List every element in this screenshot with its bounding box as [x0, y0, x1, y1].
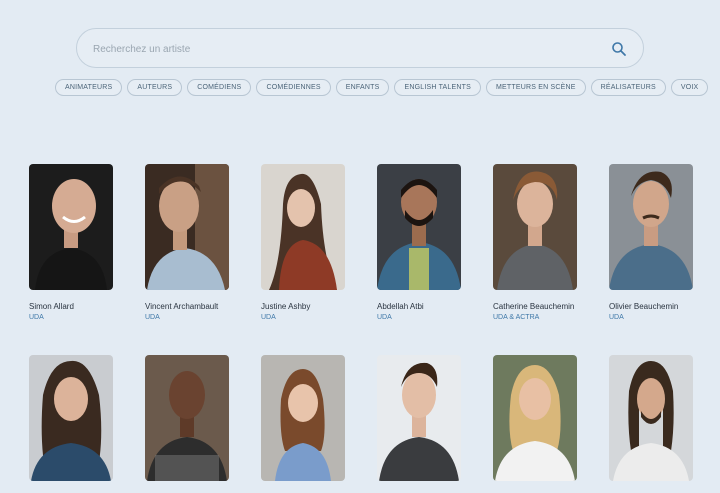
artist-photo[interactable] — [609, 355, 693, 481]
artist-union: UDA — [377, 314, 392, 321]
artist-union: UDA — [145, 314, 160, 321]
artist-card[interactable] — [29, 355, 115, 493]
artist-card[interactable]: Simon Allard UDA — [29, 164, 115, 321]
artist-card[interactable] — [145, 355, 231, 493]
artist-card[interactable] — [377, 355, 463, 493]
artist-union: UDA — [609, 314, 624, 321]
artist-union: UDA — [261, 314, 276, 321]
artist-name[interactable]: Vincent Archambault — [145, 302, 231, 311]
artist-card[interactable]: Catherine Beauchemin UDA & ACTRA — [493, 164, 579, 321]
artist-photo[interactable] — [377, 164, 461, 290]
artist-name[interactable]: Abdellah Atbi — [377, 302, 463, 311]
artist-photo[interactable] — [377, 355, 461, 481]
artist-photo[interactable] — [493, 164, 577, 290]
artist-union: UDA — [29, 314, 44, 321]
artist-name[interactable]: Catherine Beauchemin — [493, 302, 579, 311]
artist-photo[interactable] — [29, 164, 113, 290]
artist-photo[interactable] — [261, 164, 345, 290]
artist-card[interactable] — [261, 355, 347, 493]
artist-card[interactable]: Justine Ashby UDA — [261, 164, 347, 321]
filter-realisateurs[interactable]: RÉALISATEURS — [590, 79, 666, 96]
filter-english-talents[interactable]: ENGLISH TALENTS — [394, 79, 481, 96]
filter-animateurs[interactable]: ANIMATEURS — [55, 79, 123, 96]
artist-card[interactable] — [609, 355, 695, 493]
artist-card[interactable]: Olivier Beauchemin UDA — [609, 164, 695, 321]
artist-name[interactable]: Olivier Beauchemin — [609, 302, 695, 311]
artist-photo[interactable] — [609, 164, 693, 290]
search-bar[interactable] — [76, 28, 644, 69]
search-input[interactable] — [91, 29, 595, 69]
artist-name[interactable]: Simon Allard — [29, 302, 115, 311]
artist-photo[interactable] — [145, 355, 229, 481]
filter-metteurs-en-scene[interactable]: METTEURS EN SCÈNE — [486, 79, 586, 96]
artist-photo[interactable] — [145, 164, 229, 290]
filter-comediens[interactable]: COMÉDIENS — [187, 79, 252, 96]
artist-union: UDA & ACTRA — [493, 314, 540, 321]
artist-card[interactable]: Vincent Archambault UDA — [145, 164, 231, 321]
artist-photo[interactable] — [29, 355, 113, 481]
filter-comediennes[interactable]: COMÉDIENNES — [256, 79, 331, 96]
artist-card[interactable]: Abdellah Atbi UDA — [377, 164, 463, 321]
filter-auteurs[interactable]: AUTEURS — [127, 79, 183, 96]
filter-enfants[interactable]: ENFANTS — [335, 79, 390, 96]
filter-voix[interactable]: VOIX — [670, 79, 709, 96]
category-filters: ANIMATEURS AUTEURS COMÉDIENS COMÉDIENNES… — [55, 79, 709, 97]
artist-photo[interactable] — [261, 355, 345, 481]
artist-name[interactable]: Justine Ashby — [261, 302, 347, 311]
artist-photo[interactable] — [493, 355, 577, 481]
search-icon[interactable] — [611, 41, 627, 57]
artist-card[interactable] — [493, 355, 579, 493]
